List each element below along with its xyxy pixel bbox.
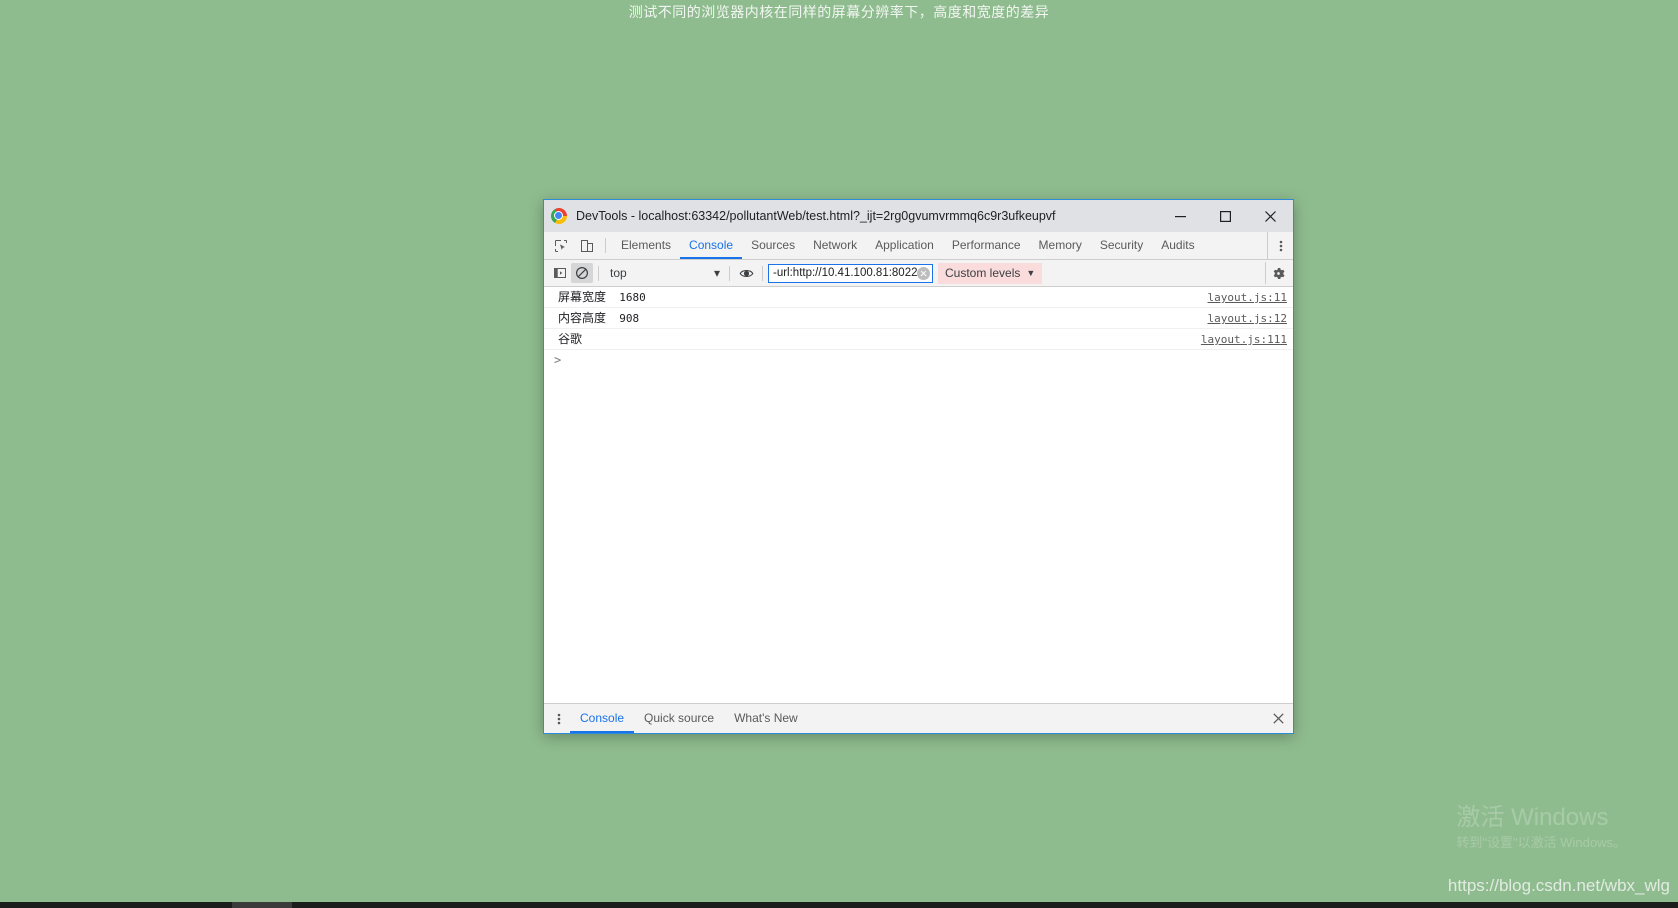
console-message-value: 1680 — [619, 291, 646, 304]
window-controls — [1158, 200, 1293, 232]
console-filter-input[interactable] — [773, 267, 917, 279]
drawer-tab-whats-new[interactable]: What's New — [724, 704, 808, 733]
live-expression-eye-icon[interactable] — [735, 263, 757, 283]
clear-console-icon[interactable] — [571, 263, 593, 283]
console-message-label: 谷歌 — [558, 332, 583, 346]
close-button[interactable] — [1248, 200, 1293, 232]
tab-console[interactable]: Console — [680, 232, 743, 259]
tab-network-label: Network — [813, 237, 858, 252]
tabstrip-spacer — [1204, 232, 1267, 259]
toolbar-separator-3 — [762, 265, 763, 281]
toolbar-separator-2 — [729, 265, 730, 281]
drawer-tab-quick-source[interactable]: Quick source — [634, 704, 724, 733]
drawer-spacer — [808, 704, 1263, 733]
tab-elements[interactable]: Elements — [612, 232, 680, 259]
tab-audits-label: Audits — [1161, 237, 1195, 252]
devtools-tabstrip: Elements Console Sources Network Applica… — [544, 232, 1293, 260]
more-tools-kebab-icon[interactable] — [1267, 232, 1293, 259]
console-row[interactable]: 谷歌 layout.js:111 — [544, 329, 1293, 350]
tab-performance-label: Performance — [951, 237, 1021, 252]
chrome-logo-icon — [551, 208, 567, 224]
console-sidebar-toggle-icon[interactable] — [549, 263, 571, 283]
taskbar-item-hint — [232, 902, 292, 908]
windows-activation-watermark: 激活 Windows 转到"设置"以激活 Windows。 — [1456, 803, 1626, 853]
inspect-element-icon[interactable] — [548, 232, 574, 259]
console-filter-wrapper[interactable] — [768, 263, 933, 283]
drawer-kebab-icon[interactable] — [548, 704, 570, 733]
console-message-label: 内容高度 — [558, 311, 607, 325]
device-toolbar-icon[interactable] — [574, 232, 600, 259]
activation-watermark-title: 激活 Windows — [1456, 804, 1609, 831]
window-title: DevTools - localhost:63342/pollutantWeb/… — [576, 209, 1056, 223]
drawer-tab-console-label: Console — [580, 710, 625, 725]
drawer-tab-whats-new-label: What's New — [734, 710, 798, 725]
console-toolbar: top ▾ Custom levels ▼ — [544, 260, 1293, 287]
console-prompt-input[interactable] — [567, 353, 1287, 367]
tab-network[interactable]: Network — [804, 232, 866, 259]
tab-elements-label: Elements — [621, 237, 672, 252]
console-source-link[interactable]: layout.js:11 — [1196, 291, 1287, 304]
console-source-link[interactable]: layout.js:12 — [1196, 312, 1287, 325]
drawer-tab-quick-source-label: Quick source — [644, 710, 715, 725]
console-message: 屏幕宽度 1680 — [558, 288, 1196, 305]
tab-memory-label: Memory — [1038, 237, 1082, 252]
devtools-drawer: Console Quick source What's New — [544, 703, 1293, 733]
blog-url-watermark: https://blog.csdn.net/wbx_wlg — [1447, 876, 1670, 895]
close-drawer-icon[interactable] — [1263, 704, 1293, 733]
tab-application-label: Application — [875, 237, 934, 252]
console-message-list[interactable]: 屏幕宽度 1680 layout.js:11 内容高度 908 layout.j… — [544, 287, 1293, 703]
chevron-down-icon: ▾ — [713, 266, 720, 280]
prompt-caret-icon: > — [554, 353, 562, 367]
console-level-select[interactable]: Custom levels ▼ — [938, 262, 1043, 284]
tab-console-label: Console — [689, 237, 734, 252]
console-row[interactable]: 内容高度 908 layout.js:12 — [544, 308, 1293, 329]
window-titlebar: DevTools - localhost:63342/pollutantWeb/… — [544, 200, 1293, 232]
tabstrip-separator — [605, 238, 606, 253]
toolbar-separator-1 — [598, 265, 599, 281]
page-title: 测试不同的浏览器内核在同样的屏幕分辨率下，高度和宽度的差异 — [628, 4, 1050, 20]
console-source-link[interactable]: layout.js:111 — [1189, 333, 1287, 346]
tab-security[interactable]: Security — [1091, 232, 1152, 259]
maximize-button[interactable] — [1203, 200, 1248, 232]
tab-performance[interactable]: Performance — [943, 232, 1030, 259]
execution-context-select[interactable]: top ▾ — [604, 263, 724, 283]
tab-sources[interactable]: Sources — [742, 232, 804, 259]
clear-filter-icon[interactable] — [917, 266, 930, 280]
execution-context-value: top — [610, 266, 627, 280]
console-message: 内容高度 908 — [558, 309, 1196, 326]
activation-watermark-subtitle: 转到"设置"以激活 Windows。 — [1456, 835, 1626, 850]
console-level-value: Custom levels — [945, 266, 1021, 280]
console-message: 谷歌 — [558, 330, 1189, 347]
chevron-down-icon: ▼ — [1026, 268, 1036, 278]
devtools-window: DevTools - localhost:63342/pollutantWeb/… — [543, 199, 1294, 734]
console-prompt-row[interactable]: > — [544, 350, 1293, 369]
console-message-label: 屏幕宽度 — [558, 290, 607, 304]
tab-security-label: Security — [1099, 237, 1144, 252]
console-row[interactable]: 屏幕宽度 1680 layout.js:11 — [544, 287, 1293, 308]
tab-memory[interactable]: Memory — [1030, 232, 1091, 259]
tab-sources-label: Sources — [751, 237, 796, 252]
drawer-tab-console[interactable]: Console — [570, 704, 635, 733]
minimize-button[interactable] — [1158, 200, 1203, 232]
console-message-value: 908 — [619, 312, 640, 325]
tab-application[interactable]: Application — [866, 232, 943, 259]
settings-gear-icon[interactable] — [1265, 262, 1289, 284]
tab-audits[interactable]: Audits — [1152, 232, 1203, 259]
